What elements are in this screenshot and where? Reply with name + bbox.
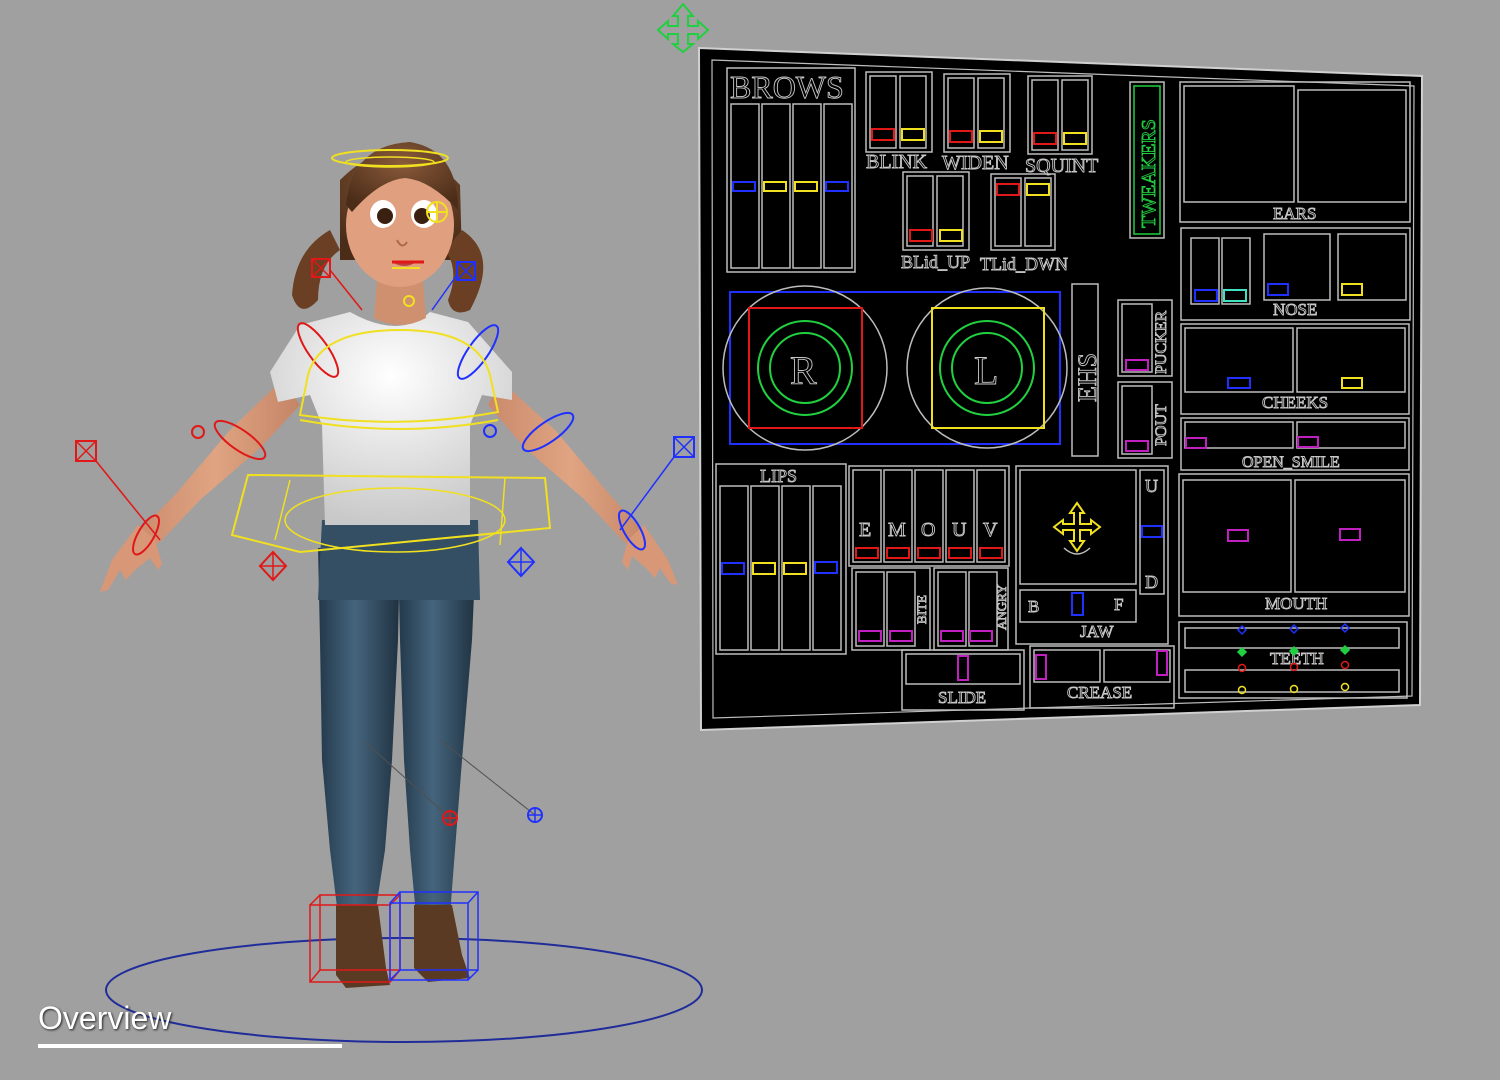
eye-r-label: R [790,348,817,393]
vowel-u-label: U [952,519,967,541]
vowel-e-label: E [859,519,871,541]
pucker-label: PUCKER [1153,311,1170,374]
ears-label: EARS [1273,204,1316,223]
blink-label: BLINK [866,151,928,173]
nose-label: NOSE [1273,300,1317,319]
left-leg [318,548,400,915]
tlid-dwn-label: TLid_DWN [980,254,1068,274]
jaw-u-label: U [1145,476,1158,496]
blid-up-label: BLid_UP [901,252,970,272]
pout-label: POUT [1153,404,1170,446]
ehs-label: EHS [1073,353,1102,402]
overview-caption: Overview [38,1000,172,1036]
maya-viewport[interactable]: BROWS BLINK WIDEN SQUINT TWEAKERS EARS B… [0,0,1500,1080]
lips-label: LIPS [760,466,797,486]
tweakers-label: TWEAKERS [1138,119,1160,228]
character-model[interactable] [100,142,703,1043]
hips [318,520,480,600]
right-arm [488,380,652,556]
eye-l-label: L [974,348,998,393]
bite-label: BITE [914,595,929,624]
vowel-o-label: O [921,519,935,541]
leg-ctrl-r [258,550,288,582]
crease-label: CREASE [1067,683,1132,702]
facial-picker-panel[interactable]: BROWS BLINK WIDEN SQUINT TWEAKERS EARS B… [697,46,1424,732]
root-control-circle [105,937,703,1043]
shirt [270,312,512,525]
left-arm [130,380,300,556]
right-leg [398,548,476,915]
picker-move-icon [656,2,710,54]
jaw-label: JAW [1080,622,1115,641]
mouth-label: MOUTH [1265,594,1327,613]
jaw-f-label: F [1114,595,1123,614]
widen-label: WIDEN [942,152,1009,174]
pigtail-left [292,230,340,309]
slide-label: SLIDE [938,688,986,707]
leg-ctrl-l [506,546,536,578]
brows-label: BROWS [730,69,844,105]
cheeks-label: CHEEKS [1262,393,1328,412]
jaw-b-label: B [1028,597,1039,616]
open-smile-label: OPEN_SMILE [1242,454,1340,471]
jaw-d-label: D [1145,572,1158,592]
left-boot [336,905,390,988]
viewport-canvas: BROWS BLINK WIDEN SQUINT TWEAKERS EARS B… [75,2,1424,1043]
vowel-m-label: M [888,519,906,541]
angry-label: ANGRY [994,584,1009,630]
caption-underline [38,1044,342,1048]
vowel-v-label: V [983,519,998,541]
